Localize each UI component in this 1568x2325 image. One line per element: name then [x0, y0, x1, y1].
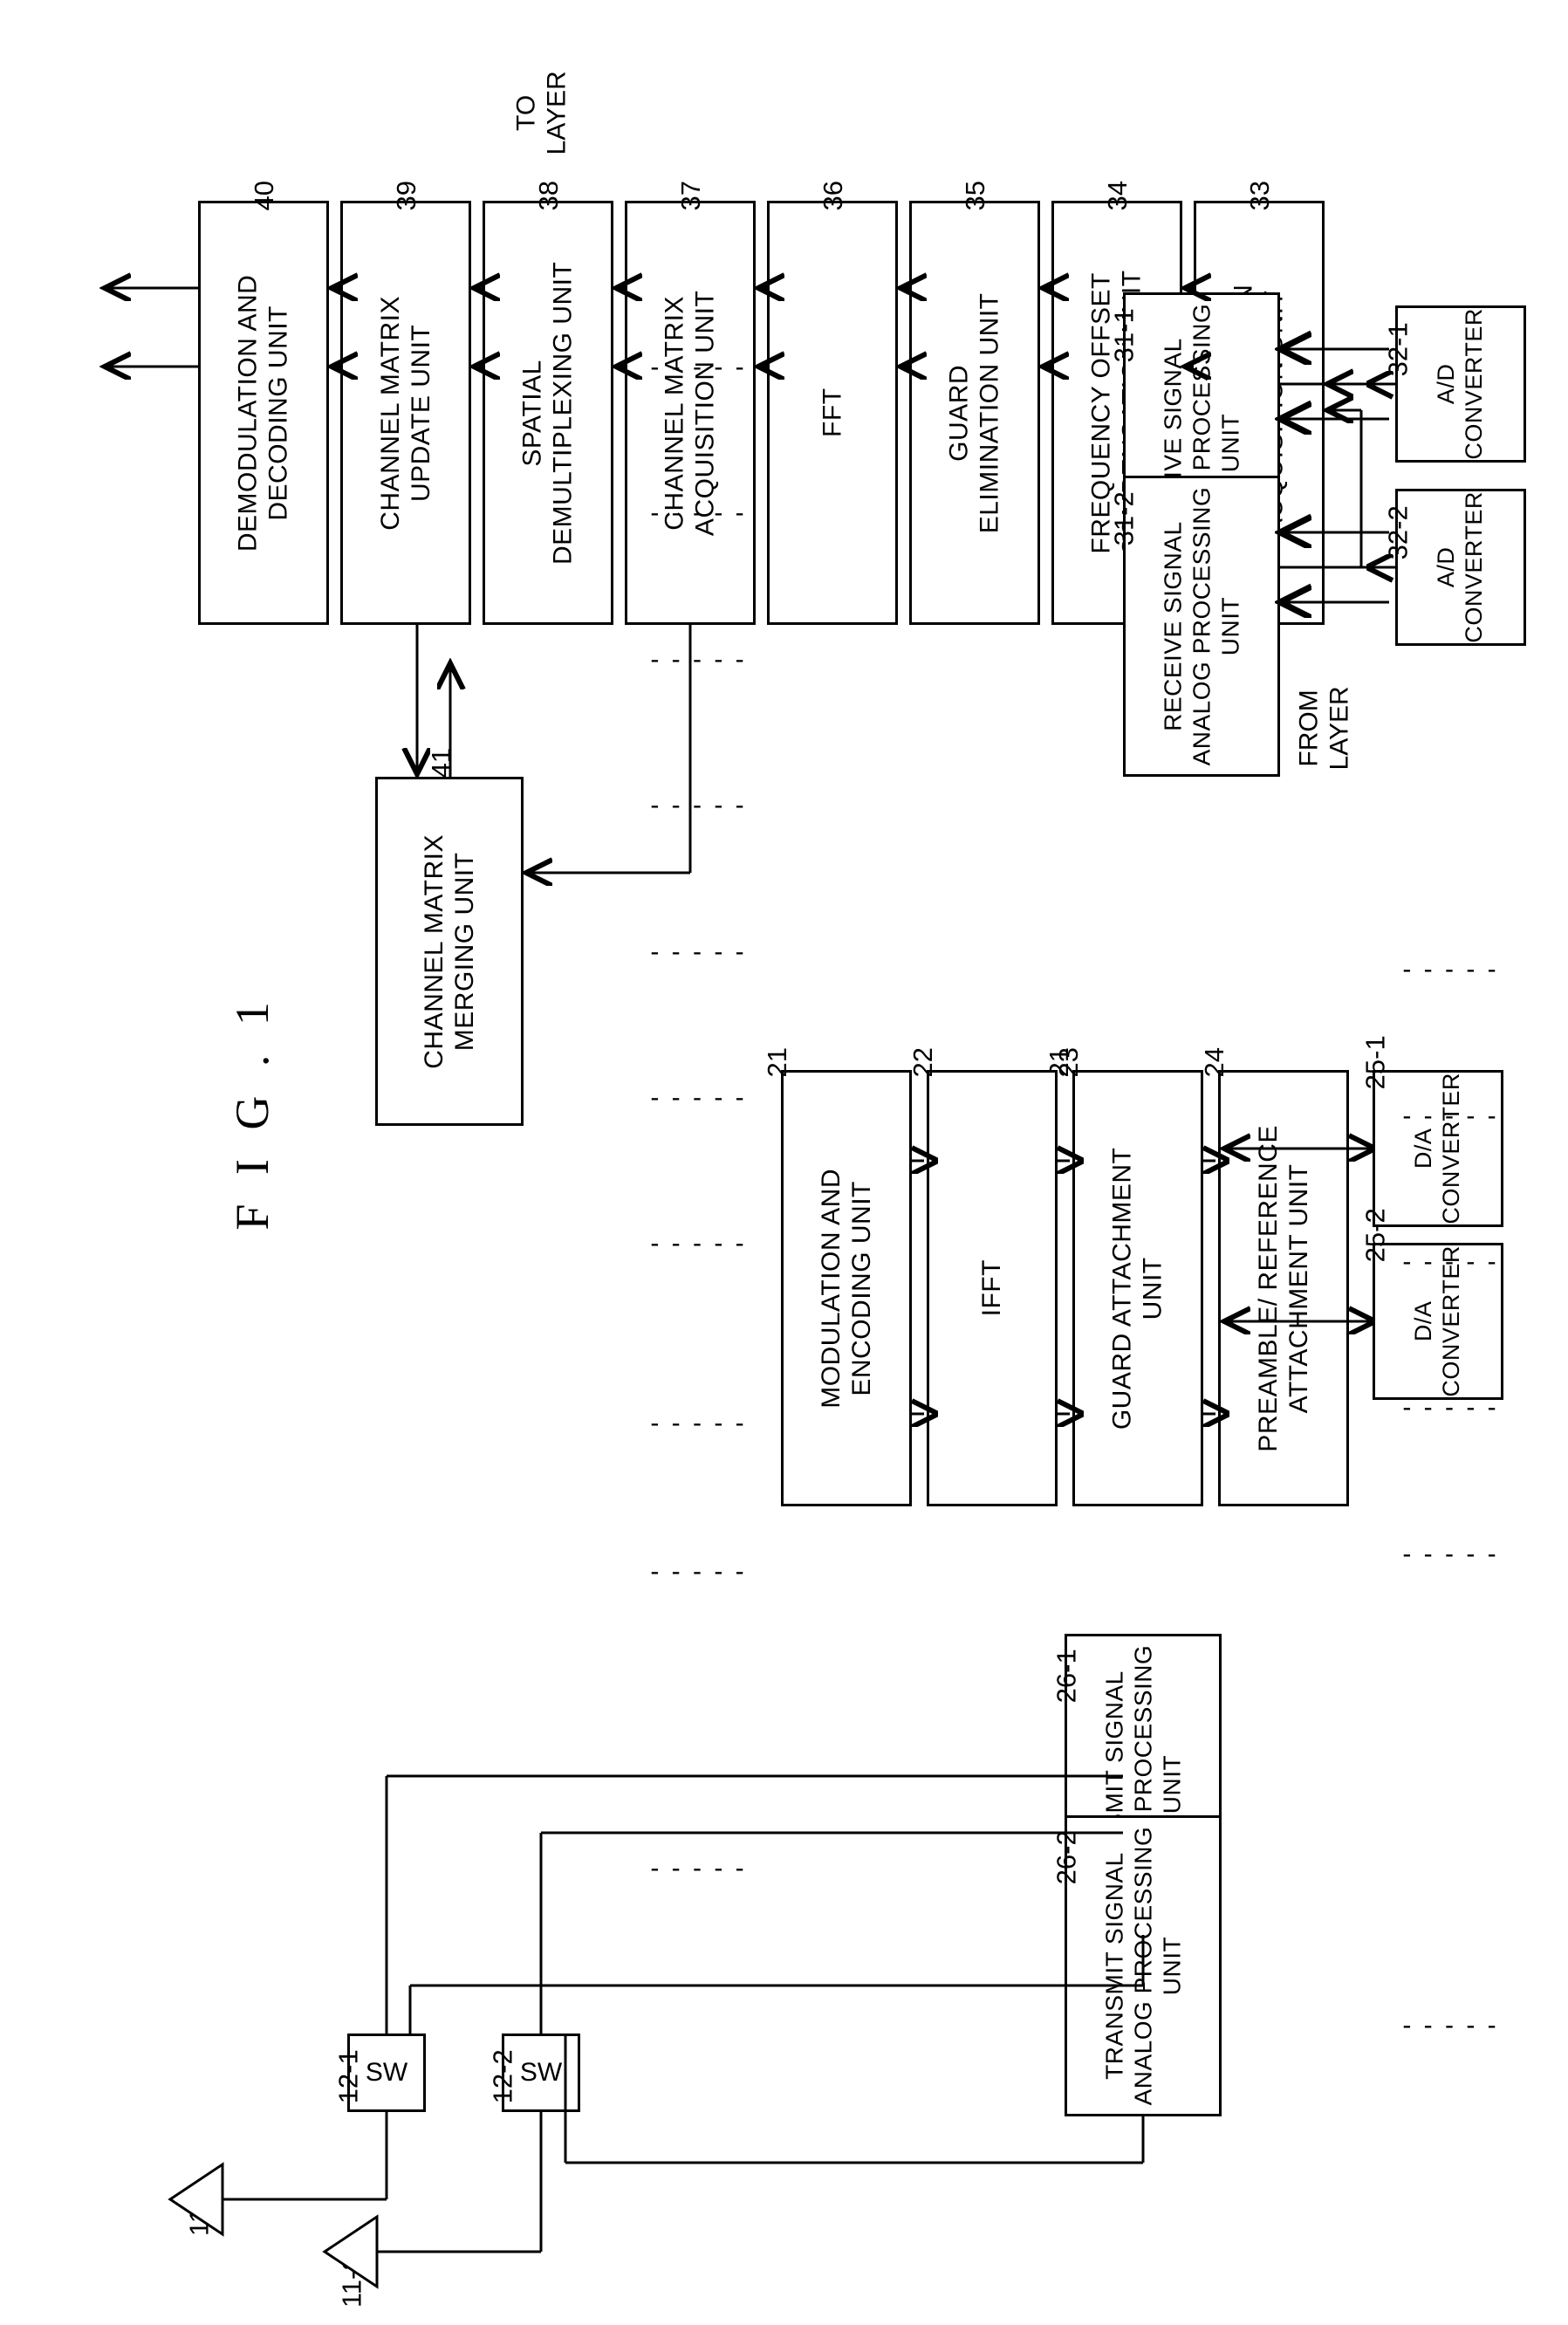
block-guard-elimination-unit: GUARD ELIMINATION UNIT: [909, 201, 1040, 625]
ref-32-1: 32-1: [1383, 322, 1414, 377]
to-layer-label: TO LAYER: [512, 71, 572, 155]
block-ifft: IFFT: [927, 1070, 1058, 1506]
ref-11-1: 11-1: [184, 2184, 216, 2237]
ref-22-num: 22: [907, 1047, 939, 1078]
ref-24-num: 24: [1199, 1047, 1230, 1078]
figure-title: F I G . 1: [225, 993, 278, 1231]
ellipsis-34-33: - - - - -: [650, 1229, 747, 1258]
block-modulation-encoding-unit: MODULATION AND ENCODING UNIT: [781, 1070, 912, 1506]
ellipsis-39-38: - - - - -: [650, 498, 747, 527]
ellipsis-25-26: - - - - -: [1402, 1540, 1499, 1568]
ellipsis-receive-4: - - - - -: [650, 1854, 747, 1883]
ref-34: 34: [1102, 181, 1133, 211]
ellipsis-35-34: - - - - -: [650, 1083, 747, 1112]
from-layer-label: FROM LAYER: [1295, 686, 1355, 771]
ref-11-2: 11-2: [337, 2255, 368, 2308]
ellipsis-36-35: - - - - -: [650, 937, 747, 966]
ellipsis-38-37: - - - - -: [650, 645, 747, 674]
ref-12-2: 12-2: [488, 2049, 519, 2104]
ref-41: 41: [426, 748, 457, 778]
ellipsis-22-23: - - - - -: [1402, 1101, 1499, 1130]
ref-12-1: 12-1: [333, 2049, 365, 2104]
ellipsis-40-39: - - - - -: [650, 353, 747, 381]
ref-39: 39: [391, 181, 422, 211]
ref-33: 33: [1244, 181, 1276, 211]
ellipsis-transmit-end: - - - - -: [1402, 2011, 1499, 2040]
ellipsis-33-32: - - - - -: [650, 1409, 747, 1437]
ref-36: 36: [818, 181, 849, 211]
ref-31-2: 31-2: [1109, 491, 1140, 546]
ellipsis-24-25: - - - - -: [1402, 1393, 1499, 1422]
ellipsis-21-22: - - - - -: [1402, 955, 1499, 984]
ellipsis-37-36: - - - - -: [650, 791, 747, 820]
block-guard-attachment-unit: GUARD ATTACHMENT UNIT: [1072, 1070, 1203, 1506]
block-preamble-reference-attachment-unit: PREAMBLE/ REFERENCE ATTACHMENT UNIT: [1218, 1070, 1349, 1506]
ref-26-1: 26-1: [1051, 1649, 1083, 1704]
ellipsis-23-24: - - - - -: [1402, 1247, 1499, 1276]
patent-figure-page: F I G . 1 DEMODULATION AND DECODING UNIT…: [0, 0, 1568, 2325]
ref-32-2: 32-2: [1383, 505, 1414, 560]
block-fft: FFT: [767, 201, 898, 625]
ref-35: 35: [960, 181, 991, 211]
block-spatial-demultiplexing-unit: SPATIAL DEMULTIPLEXING UNIT: [483, 201, 613, 625]
ref-40: 40: [249, 181, 280, 211]
ref-23-num: 23: [1053, 1047, 1085, 1078]
ellipsis-receive-3: - - - - -: [650, 1557, 747, 1586]
ref-37: 37: [675, 181, 707, 211]
ref-31-1: 31-1: [1109, 308, 1140, 363]
ref-26-2: 26-2: [1051, 1830, 1083, 1885]
block-demodulation-decoding-unit: DEMODULATION AND DECODING UNIT: [198, 201, 329, 625]
block-channel-matrix-merging-unit: CHANNEL MATRIX MERGING UNIT: [375, 777, 524, 1126]
block-channel-matrix-acquisition-unit: CHANNEL MATRIX ACQUISITION UNIT: [625, 201, 756, 625]
block-channel-matrix-update-unit: CHANNEL MATRIX UPDATE UNIT: [340, 201, 471, 625]
